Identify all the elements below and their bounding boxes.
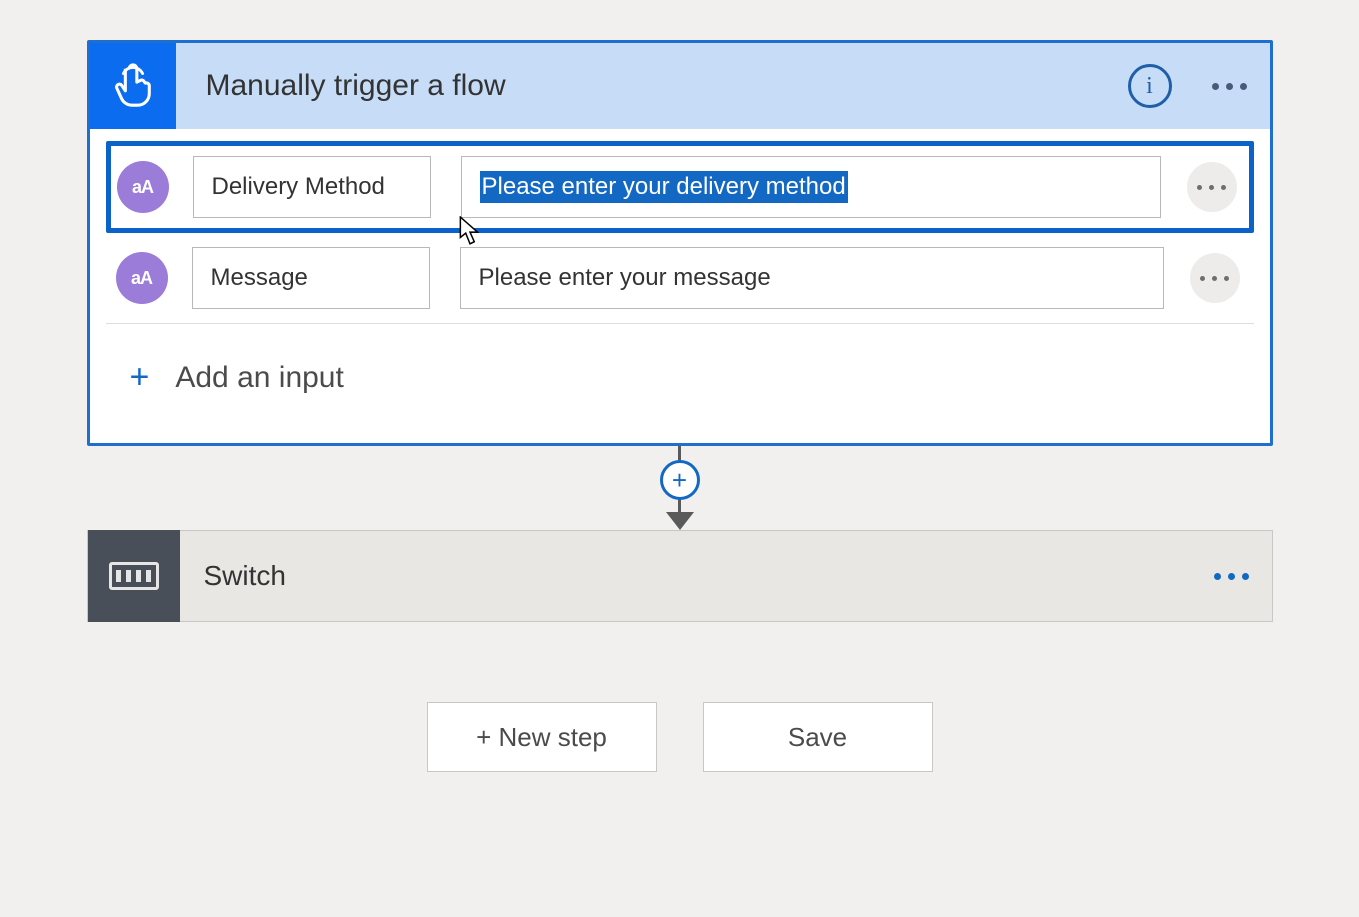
info-button[interactable]: i	[1128, 64, 1172, 108]
switch-icon	[88, 530, 180, 622]
trigger-header[interactable]: Manually trigger a flow i	[90, 43, 1270, 129]
input-row-more-button[interactable]	[1190, 253, 1240, 303]
trigger-body: aA Please enter your delivery method aA	[90, 129, 1270, 443]
trigger-title: Manually trigger a flow	[176, 69, 1128, 103]
ellipsis-icon	[1197, 185, 1226, 190]
input-row-message: aA	[106, 233, 1254, 324]
add-input-label: Add an input	[175, 361, 343, 395]
insert-step-button[interactable]: +	[660, 460, 700, 500]
plus-icon: +	[130, 358, 150, 397]
info-icon: i	[1146, 73, 1153, 100]
input-row-delivery-method: aA Please enter your delivery method	[106, 141, 1254, 233]
ellipsis-icon	[1214, 573, 1249, 580]
input-name-field[interactable]	[193, 156, 431, 218]
save-button[interactable]: Save	[703, 702, 933, 772]
ellipsis-icon	[1212, 83, 1247, 90]
text-type-icon: aA	[117, 161, 169, 213]
input-description-field[interactable]	[460, 247, 1164, 309]
new-step-button[interactable]: + New step	[427, 702, 657, 772]
trigger-card: Manually trigger a flow i aA Please ente…	[87, 40, 1273, 446]
manual-trigger-icon	[90, 43, 176, 129]
input-row-more-button[interactable]	[1187, 162, 1237, 212]
input-description-field[interactable]: Please enter your delivery method	[461, 156, 1161, 218]
add-input-button[interactable]: + Add an input	[106, 324, 1254, 437]
trigger-more-button[interactable]	[1200, 56, 1260, 116]
switch-more-button[interactable]	[1202, 546, 1262, 606]
input-name-field[interactable]	[192, 247, 430, 309]
input-description-selection: Please enter your delivery method	[480, 171, 848, 203]
switch-title: Switch	[180, 560, 1202, 592]
footer-actions: + New step Save	[87, 702, 1273, 772]
text-type-icon: aA	[116, 252, 168, 304]
connector: +	[87, 446, 1273, 530]
switch-action-card[interactable]: Switch	[87, 530, 1273, 622]
ellipsis-icon	[1200, 276, 1229, 281]
arrow-head-icon	[666, 512, 694, 530]
